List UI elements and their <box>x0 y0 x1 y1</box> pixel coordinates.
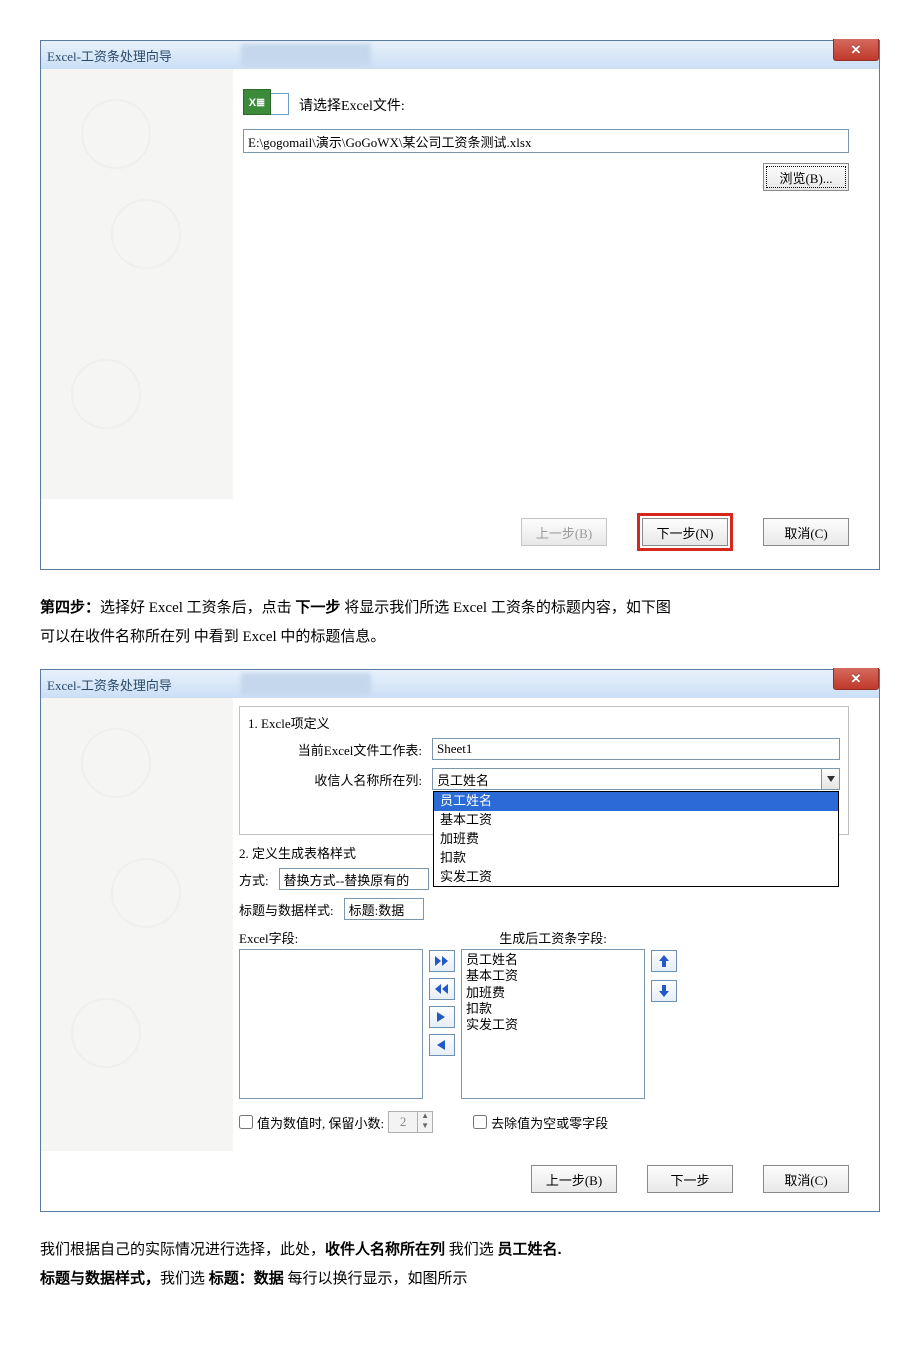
titlebar-blur <box>241 673 371 695</box>
style-input[interactable] <box>344 898 424 920</box>
close-icon: ✕ <box>851 671 862 687</box>
prev-button: 上一步(B) <box>521 518 607 546</box>
wizard-side-panel <box>41 698 233 1151</box>
window-title: Excel-工资条处理向导 <box>47 675 172 694</box>
move-all-right-button[interactable] <box>429 950 455 972</box>
close-button[interactable]: ✕ <box>833 668 879 690</box>
dropdown-option[interactable]: 实发工资 <box>434 868 838 887</box>
next-button[interactable]: 下一步 <box>647 1165 733 1193</box>
namecol-select[interactable]: 员工姓名 员工姓名 基本工资 加班费 扣款 实发工资 <box>432 768 840 790</box>
move-right-button[interactable] <box>429 1006 455 1028</box>
select-file-label: 请选择Excel文件: <box>299 95 405 115</box>
step4-paragraph: 第四步：选择好 Excel 工资条后，点击 下一步 将显示我们所选 Excel … <box>40 594 880 651</box>
group-title-1: 1. Excle项定义 <box>248 713 840 732</box>
dropdown-option[interactable]: 扣款 <box>434 849 838 868</box>
move-down-button[interactable] <box>651 980 677 1002</box>
list-item[interactable]: 加班费 <box>466 985 640 1001</box>
sheet-label: 当前Excel文件工作表: <box>248 740 422 759</box>
file-path-input[interactable] <box>243 129 849 153</box>
namecol-dropdown[interactable]: 员工姓名 基本工资 加班费 扣款 实发工资 <box>433 791 839 887</box>
list-item[interactable]: 扣款 <box>466 1001 640 1017</box>
dropdown-option[interactable]: 员工姓名 <box>434 792 838 811</box>
titlebar: Excel-工资条处理向导 ✕ <box>41 670 879 698</box>
wizard-side-panel <box>41 69 233 499</box>
prev-button[interactable]: 上一步(B) <box>531 1165 617 1193</box>
cancel-button[interactable]: 取消(C) <box>763 518 849 546</box>
sheet-select[interactable]: Sheet1 <box>432 738 840 760</box>
move-left-button[interactable] <box>429 1034 455 1056</box>
group-excel-definition: 1. Excle项定义 当前Excel文件工作表: Sheet1 收信人名称所在… <box>239 706 849 835</box>
move-all-left-button[interactable] <box>429 978 455 1000</box>
chevron-down-icon <box>821 769 839 789</box>
dropdown-option[interactable]: 基本工资 <box>434 811 838 830</box>
excel-fields-label: Excel字段: <box>239 928 423 947</box>
dialog-footer: 上一步(B) 下一步(N) 取消(C) <box>41 499 879 569</box>
excel-icon: X≣ <box>243 89 289 121</box>
list-item[interactable]: 实发工资 <box>466 1017 640 1033</box>
browse-button[interactable]: 浏览(B)... <box>763 163 849 191</box>
close-button[interactable]: ✕ <box>833 39 879 61</box>
window-title: Excel-工资条处理向导 <box>47 46 172 65</box>
next-highlight: 下一步(N) <box>637 513 733 551</box>
gen-fields-label: 生成后工资条字段: <box>461 928 645 947</box>
dialog-footer: 上一步(B) 下一步 取消(C) <box>41 1151 879 1211</box>
next-button[interactable]: 下一步(N) <box>642 518 728 546</box>
footer-paragraph: 我们根据自己的实际情况进行选择，此处，收件人名称所在列 我们选 员工姓名. 标题… <box>40 1236 880 1293</box>
transfer-buttons <box>429 950 455 1056</box>
titlebar-blur <box>241 44 371 66</box>
list-item[interactable]: 基本工资 <box>466 968 640 984</box>
gen-fields-listbox[interactable]: 员工姓名 基本工资 加班费 扣款 实发工资 <box>461 949 645 1099</box>
excel-fields-listbox[interactable] <box>239 949 423 1099</box>
style-label: 标题与数据样式: <box>239 900 334 919</box>
close-icon: ✕ <box>851 42 862 58</box>
dialog-select-file: Excel-工资条处理向导 ✕ X≣ 请选择Excel文件: <box>40 40 880 570</box>
mode-label: 方式: <box>239 870 269 889</box>
dropdown-option[interactable]: 加班费 <box>434 830 838 849</box>
remove-empty-checkbox[interactable]: 去除值为空或零字段 <box>473 1113 608 1132</box>
namecol-label: 收信人名称所在列: <box>248 770 422 789</box>
mode-input[interactable] <box>279 868 429 890</box>
move-up-button[interactable] <box>651 950 677 972</box>
list-item[interactable]: 员工姓名 <box>466 952 640 968</box>
decimal-spinner[interactable]: ▲▼ <box>388 1111 433 1133</box>
reorder-buttons <box>651 950 677 1002</box>
decimal-checkbox[interactable]: 值为数值时, 保留小数: ▲▼ <box>239 1111 433 1133</box>
titlebar: Excel-工资条处理向导 ✕ <box>41 41 879 69</box>
cancel-button[interactable]: 取消(C) <box>763 1165 849 1193</box>
dialog-field-definition: Excel-工资条处理向导 ✕ 1. Excle项定义 当前Excel文件工作表… <box>40 669 880 1212</box>
